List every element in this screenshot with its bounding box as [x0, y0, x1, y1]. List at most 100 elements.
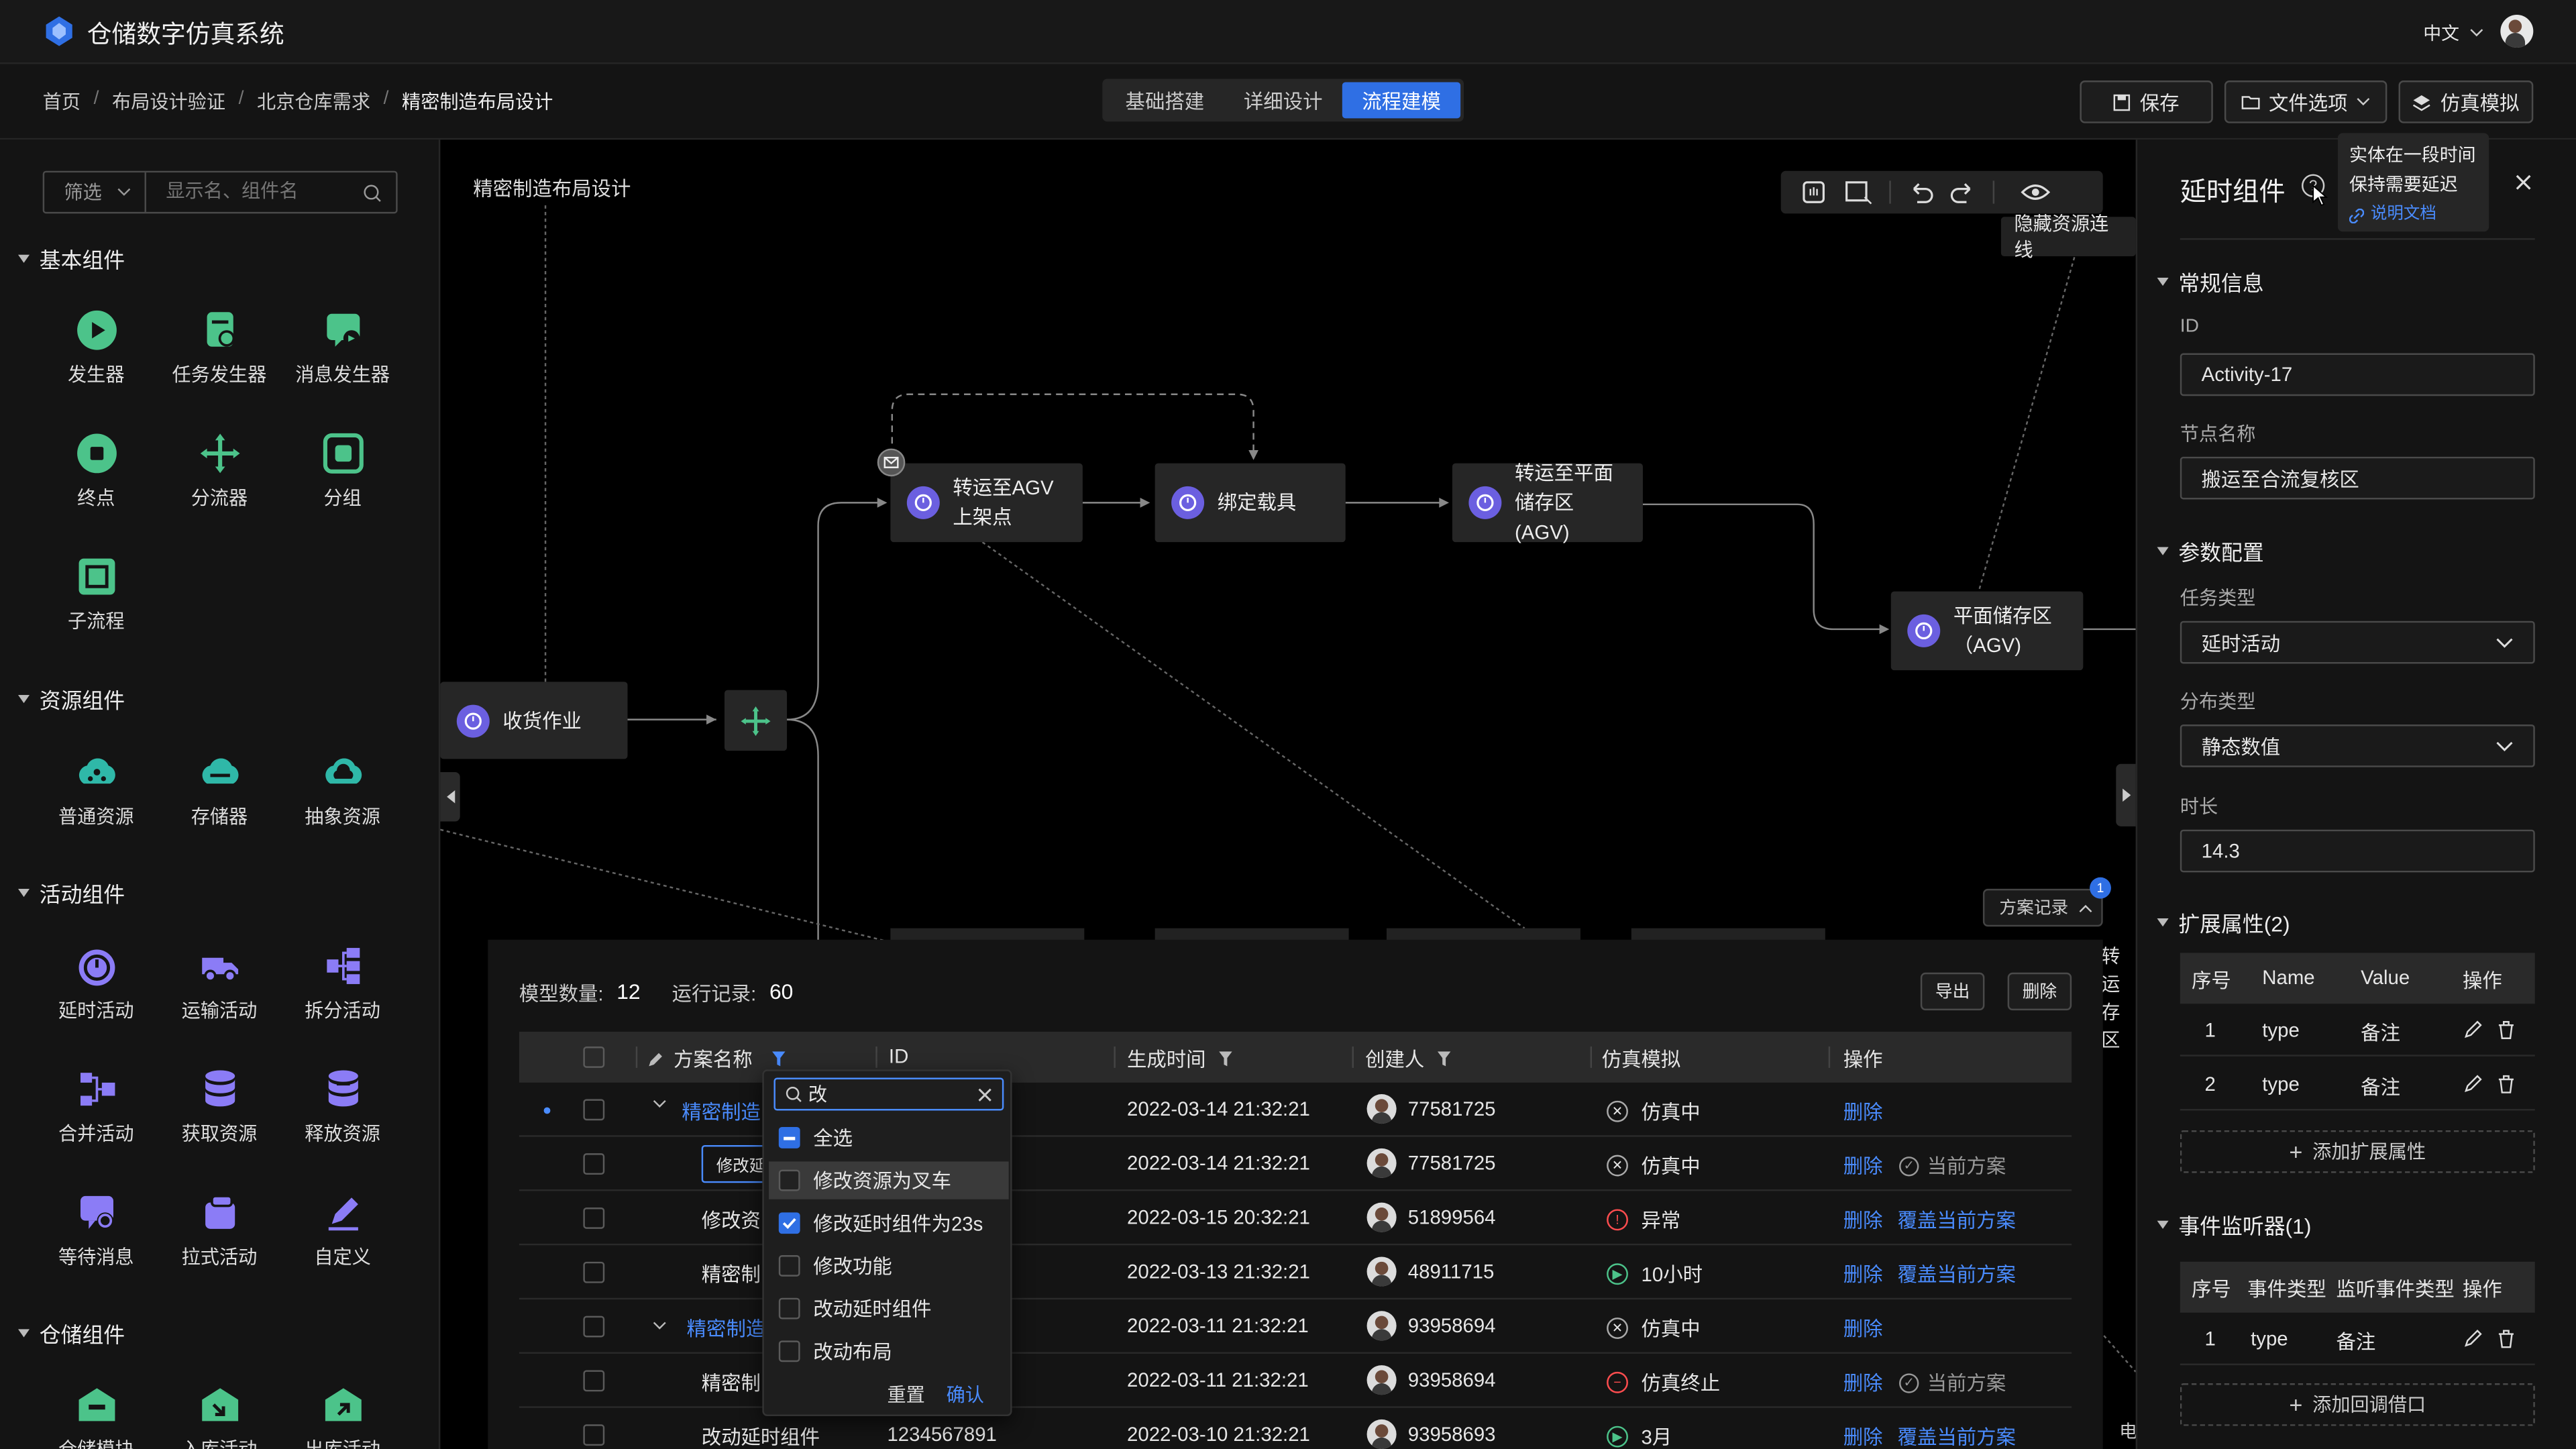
component-storage[interactable]: 存储器 — [158, 751, 281, 849]
collapse-right-handle[interactable] — [2116, 763, 2136, 826]
trash-icon[interactable] — [2497, 1329, 2515, 1348]
select-tool-icon[interactable] — [1843, 179, 1873, 205]
component-warehouse-module[interactable]: 仓储模块 — [34, 1383, 158, 1449]
task-type-select[interactable]: 延时活动 — [2180, 621, 2535, 664]
tab-basic-build[interactable]: 基础搭建 — [1106, 82, 1224, 118]
row-checkbox[interactable] — [583, 1099, 605, 1121]
duration-field[interactable]: 14.3 — [2180, 829, 2535, 873]
row-delete-link[interactable]: 删除 — [1843, 1206, 1883, 1234]
section-resource-components[interactable]: 资源组件 — [17, 684, 125, 715]
tab-process-modeling[interactable]: 流程建模 — [1342, 82, 1461, 119]
table-row[interactable]: 精密制 2022-03-13 21:32:21 48911715 ▶ 10小时 删… — [519, 1245, 2072, 1300]
component-release-resource[interactable]: 释放资源 — [281, 1068, 405, 1167]
section-params[interactable]: 参数配置 — [2157, 535, 2264, 567]
node-flat-store[interactable]: 平面储存区（AGV) — [1890, 591, 2084, 671]
row-delete-link[interactable]: 删除 — [1843, 1314, 1883, 1342]
add-listener-button[interactable]: + 添加回调借口 — [2180, 1383, 2535, 1426]
component-search-input[interactable] — [146, 172, 364, 212]
component-inbound-activity[interactable]: 入库活动 — [158, 1383, 281, 1449]
row-delete-link[interactable]: 删除 — [1843, 1368, 1883, 1397]
node-flat-agv-transfer[interactable]: 转运至平面储存区(AGV) — [1452, 462, 1643, 544]
trash-icon[interactable] — [2497, 1020, 2515, 1040]
trash-icon[interactable] — [2497, 1075, 2515, 1094]
node-bind-carrier[interactable]: 绑定载具 — [1155, 463, 1346, 543]
filter-confirm-button[interactable]: 确认 — [947, 1382, 984, 1408]
mail-event-icon[interactable] — [877, 448, 906, 477]
id-field[interactable]: Activity-17 — [2180, 353, 2535, 396]
filter-option[interactable]: 修改延时组件为23s — [769, 1204, 1009, 1242]
component-subprocess[interactable]: 子流程 — [34, 555, 158, 654]
section-extensions[interactable]: 扩展属性(2) — [2157, 907, 2290, 938]
row-checkbox[interactable] — [583, 1316, 605, 1338]
expand-icon[interactable] — [652, 1321, 667, 1331]
override-plan-link[interactable]: 覆盖当前方案 — [1898, 1206, 2016, 1234]
save-button[interactable]: 保存 — [2080, 80, 2213, 123]
component-group[interactable]: 分组 — [281, 432, 405, 531]
node-agv-up[interactable]: 转运至AGV上架点 — [890, 463, 1083, 543]
row-checkbox[interactable] — [583, 1424, 605, 1446]
eye-icon[interactable] — [2021, 182, 2051, 202]
hand-tool-icon[interactable] — [1801, 179, 1827, 205]
dist-type-select[interactable]: 静态数值 — [2180, 724, 2535, 767]
undo-icon[interactable] — [1907, 180, 1933, 203]
section-listeners[interactable]: 事件监听器(1) — [2157, 1209, 2311, 1240]
table-row[interactable]: 修改延 2022-03-14 21:32:21 77581725 ✕ 仿真中 删除… — [519, 1137, 2072, 1191]
language-switch[interactable]: 中文 — [2423, 19, 2484, 46]
filter-option[interactable]: 改动布局 — [769, 1332, 1009, 1370]
row-delete-link[interactable]: 删除 — [1843, 1260, 1883, 1288]
component-endpoint[interactable]: 终点 — [34, 432, 158, 531]
filter-icon[interactable] — [1219, 1051, 1232, 1067]
close-icon[interactable] — [977, 1087, 992, 1102]
component-pull-activity[interactable]: 拉式活动 — [158, 1191, 281, 1290]
user-avatar[interactable] — [2500, 15, 2534, 48]
row-checkbox[interactable] — [583, 1370, 605, 1392]
edit-icon[interactable] — [2464, 1329, 2482, 1347]
section-basic-components[interactable]: 基本组件 — [17, 243, 125, 274]
filter-select[interactable]: 筛选 — [44, 172, 146, 212]
table-row[interactable]: 精密制 2022-03-11 21:32:21 93958694 − 仿真终止 删… — [519, 1354, 2072, 1408]
breadcrumb-item[interactable]: 首页 — [43, 89, 80, 115]
component-custom[interactable]: 自定义 — [281, 1191, 405, 1290]
filter-reset-button[interactable]: 重置 — [887, 1382, 924, 1408]
component-merge-activity[interactable]: 合并活动 — [34, 1068, 158, 1167]
component-wait-message[interactable]: 等待消息 — [34, 1191, 158, 1290]
section-warehouse-components[interactable]: 仓储组件 — [17, 1318, 125, 1349]
filter-icon[interactable] — [1437, 1051, 1451, 1067]
table-row[interactable]: 精密制造 2022-03-11 21:32:21 93958694 ✕ 仿真中 删… — [519, 1299, 2072, 1354]
node-receive[interactable]: 收货作业 — [440, 682, 628, 759]
add-extension-button[interactable]: + 添加扩展属性 — [2180, 1130, 2535, 1173]
breadcrumb-item[interactable]: 布局设计验证 — [112, 89, 225, 115]
component-acquire-resource[interactable]: 获取资源 — [158, 1068, 281, 1167]
node-splitter[interactable] — [724, 690, 788, 751]
filter-option[interactable]: 修改资源为叉车 — [769, 1161, 1009, 1199]
plan-name[interactable]: 精密制造 — [687, 1314, 766, 1342]
edit-icon[interactable] — [2464, 1020, 2482, 1038]
component-outbound-activity[interactable]: 出库活动 — [281, 1383, 405, 1449]
close-icon[interactable] — [2515, 174, 2531, 191]
breadcrumb-item[interactable]: 北京仓库需求 — [257, 89, 370, 115]
row-checkbox[interactable] — [583, 1208, 605, 1229]
component-generator[interactable]: 发生器 — [34, 309, 158, 407]
section-general[interactable]: 常规信息 — [2157, 266, 2264, 298]
component-task-generator[interactable]: 任务发生器 — [158, 309, 281, 407]
filter-icon[interactable] — [772, 1051, 786, 1067]
table-row[interactable]: 修改资 2022-03-15 20:32:21 51899564 ! 异常 删除 … — [519, 1191, 2072, 1246]
row-delete-link[interactable]: 删除 — [1843, 1423, 1883, 1449]
collapse-left-handle[interactable] — [440, 772, 460, 822]
simulate-button[interactable]: 仿真模拟 — [2398, 80, 2534, 123]
table-row[interactable]: 精密制造 2022-03-14 21:32:21 77581725 ✕ 仿真中 删… — [519, 1083, 2072, 1137]
filter-search-input[interactable]: 改 — [773, 1077, 1004, 1111]
component-abstract-resource[interactable]: 抽象资源 — [281, 751, 405, 849]
node-name-field[interactable]: 搬运至合流复核区 — [2180, 456, 2535, 500]
delete-button[interactable]: 删除 — [2007, 972, 2072, 1011]
table-row[interactable]: 改动延时组件 1234567891 2022-03-10 21:32:21 93… — [519, 1408, 2072, 1449]
redo-icon[interactable] — [1950, 180, 1976, 203]
doc-link[interactable]: 说明文档 — [2349, 201, 2477, 230]
component-transport-activity[interactable]: 运输活动 — [158, 945, 281, 1043]
expand-icon[interactable] — [652, 1099, 667, 1109]
row-checkbox[interactable] — [583, 1153, 605, 1175]
section-activity-components[interactable]: 活动组件 — [17, 877, 125, 909]
filter-option-select-all[interactable]: 全选 — [769, 1119, 1009, 1157]
filter-option[interactable]: 改动延时组件 — [769, 1289, 1009, 1327]
plan-record-toggle[interactable]: 方案记录 — [1982, 888, 2103, 927]
